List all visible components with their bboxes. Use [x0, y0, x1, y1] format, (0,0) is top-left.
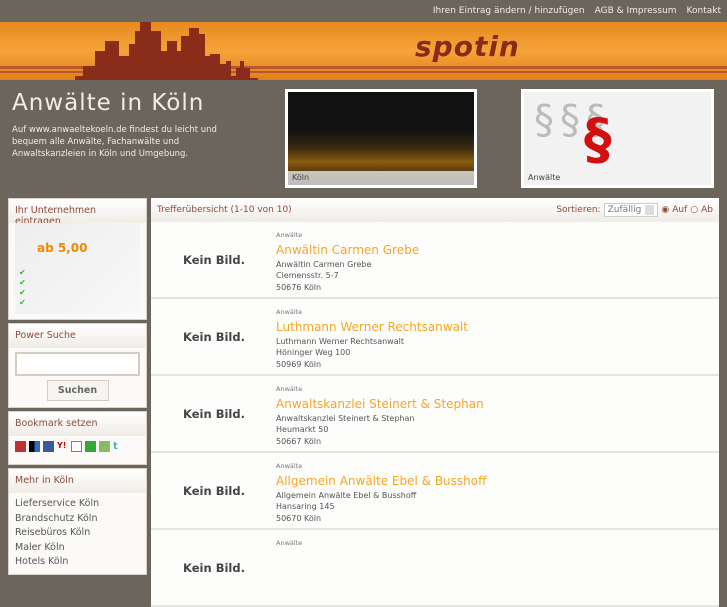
bookmark-title: Bookmark setzen: [9, 412, 146, 436]
sidebar: Ihr Unternehmen eintragen ab 5,00 ✔ ✔ ✔ ✔ P…: [8, 198, 147, 578]
result-row: Kein Bild. Anwälte: [151, 530, 719, 607]
result-category: Anwälte: [276, 385, 303, 393]
search-box: Power Suche Suchen: [8, 323, 147, 408]
image-caption: Köln: [288, 171, 474, 185]
sort-select[interactable]: Zufällig: [603, 203, 659, 217]
spotin-logo[interactable]: spotin: [415, 30, 520, 63]
result-city: 50670 Köln: [276, 513, 322, 523]
more-link[interactable]: Hotels Köln: [15, 555, 140, 570]
no-image-placeholder: Kein Bild.: [183, 484, 245, 498]
search-title: Power Suche: [9, 324, 146, 348]
results-panel: Trefferübersicht (1-10 von 10) Sortieren…: [151, 198, 719, 607]
sort-asc-label: Auf: [672, 205, 688, 215]
more-box: Mehr in Köln Lieferservice Köln Brandsch…: [8, 468, 147, 575]
sort-asc-radio[interactable]: ◉: [661, 205, 669, 215]
result-street: Clemensstr. 5-7: [276, 271, 339, 280]
result-company: Anwaltskanzlei Steinert & Stephan: [276, 413, 415, 423]
result-row: Kein Bild. Anwälte Anwältin Carmen Grebe…: [151, 222, 719, 299]
search-input[interactable]: [15, 352, 140, 376]
anwaelte-image[interactable]: §§§ § Anwälte: [521, 89, 714, 188]
register-title: Ihr Unternehmen eintragen: [9, 199, 146, 227]
result-row: Kein Bild. Anwälte Allgemein Anwälte Ebe…: [151, 453, 719, 530]
result-company: Luthmann Werner Rechtsanwalt: [276, 336, 404, 346]
result-city: 50676 Köln: [276, 282, 322, 292]
result-company: Anwältin Carmen Grebe: [276, 259, 372, 269]
nav-edit-entry[interactable]: Ihren Eintrag ändern / hinzufügen: [433, 6, 585, 16]
result-row: Kein Bild. Anwälte Anwaltskanzlei Steine…: [151, 376, 719, 453]
result-category: Anwälte: [276, 539, 303, 547]
header-banner: spotin: [0, 22, 727, 80]
more-title: Mehr in Köln: [9, 469, 146, 493]
sort-label: Sortieren:: [556, 205, 601, 215]
dropdown-arrow-icon: [645, 205, 655, 215]
koeln-image[interactable]: Köln: [285, 89, 477, 188]
results-summary: Trefferübersicht (1-10 von 10): [157, 205, 292, 215]
google-icon[interactable]: [71, 441, 82, 452]
nav-agb-impressum[interactable]: AGB & Impressum: [595, 6, 677, 16]
more-link[interactable]: Reisebüros Köln: [15, 526, 140, 541]
result-street: Hansaring 145: [276, 502, 335, 511]
result-name-link[interactable]: Anwältin Carmen Grebe: [276, 242, 419, 259]
no-image-placeholder: Kein Bild.: [183, 253, 245, 267]
page-title: Anwälte in Köln: [12, 90, 205, 116]
register-box: Ihr Unternehmen eintragen ab 5,00 ✔ ✔ ✔ ✔: [8, 198, 147, 320]
top-nav: Ihren Eintrag ändern / hinzufügen AGB & …: [0, 0, 727, 22]
results-header: Trefferübersicht (1-10 von 10) Sortieren…: [151, 198, 719, 222]
mrwong-icon[interactable]: [15, 441, 26, 452]
intro-text: Auf www.anwaeltekoeln.de findest du leic…: [12, 125, 217, 159]
paragraph-red-icon: §: [584, 107, 612, 171]
more-link[interactable]: Maler Köln: [15, 541, 140, 556]
result-street: Heumarkt 50: [276, 425, 329, 434]
yahoo-icon[interactable]: Y!: [57, 441, 68, 452]
no-image-placeholder: Kein Bild.: [183, 330, 245, 344]
check-icons: ✔ ✔ ✔ ✔: [19, 268, 26, 307]
sort-desc-radio[interactable]: ○: [690, 205, 698, 215]
register-promo-image[interactable]: ab 5,00 ✔ ✔ ✔ ✔: [15, 223, 140, 314]
no-image-placeholder: Kein Bild.: [183, 561, 245, 575]
sort-desc-label: Ab: [701, 205, 713, 215]
more-link[interactable]: Lieferservice Köln: [15, 497, 140, 512]
webnews-icon[interactable]: [85, 441, 96, 452]
result-category: Anwälte: [276, 231, 303, 239]
result-row: Kein Bild. Anwälte Luthmann Werner Recht…: [151, 299, 719, 376]
result-name-link[interactable]: Luthmann Werner Rechtsanwalt: [276, 319, 468, 336]
image-caption: Anwälte: [528, 173, 561, 182]
promo-price: ab 5,00: [37, 241, 88, 255]
search-button[interactable]: Suchen: [46, 380, 109, 401]
delicious-icon[interactable]: [29, 441, 40, 452]
facebook-icon[interactable]: [43, 441, 54, 452]
result-category: Anwälte: [276, 308, 303, 316]
result-company: Allgemein Anwälte Ebel & Busshoff: [276, 490, 417, 500]
linkarena-icon[interactable]: [99, 441, 110, 452]
skyline-graphic: [75, 22, 258, 80]
bookmark-box: Bookmark setzen Y! t: [8, 411, 147, 465]
result-name-link[interactable]: Allgemein Anwälte Ebel & Busshoff: [276, 473, 486, 490]
result-street: Höninger Weg 100: [276, 348, 351, 357]
result-category: Anwälte: [276, 462, 303, 470]
sort-value: Zufällig: [607, 205, 642, 215]
result-city: 50667 Köln: [276, 436, 322, 446]
intro: Anwälte in Köln Auf www.anwaeltekoeln.de…: [12, 90, 232, 160]
nav-kontakt[interactable]: Kontakt: [687, 6, 721, 16]
result-name-link[interactable]: Anwaltskanzlei Steinert & Stephan: [276, 396, 484, 413]
more-link[interactable]: Brandschutz Köln: [15, 512, 140, 527]
twitter-icon[interactable]: t: [113, 441, 124, 452]
result-city: 50969 Köln: [276, 359, 322, 369]
no-image-placeholder: Kein Bild.: [183, 407, 245, 421]
